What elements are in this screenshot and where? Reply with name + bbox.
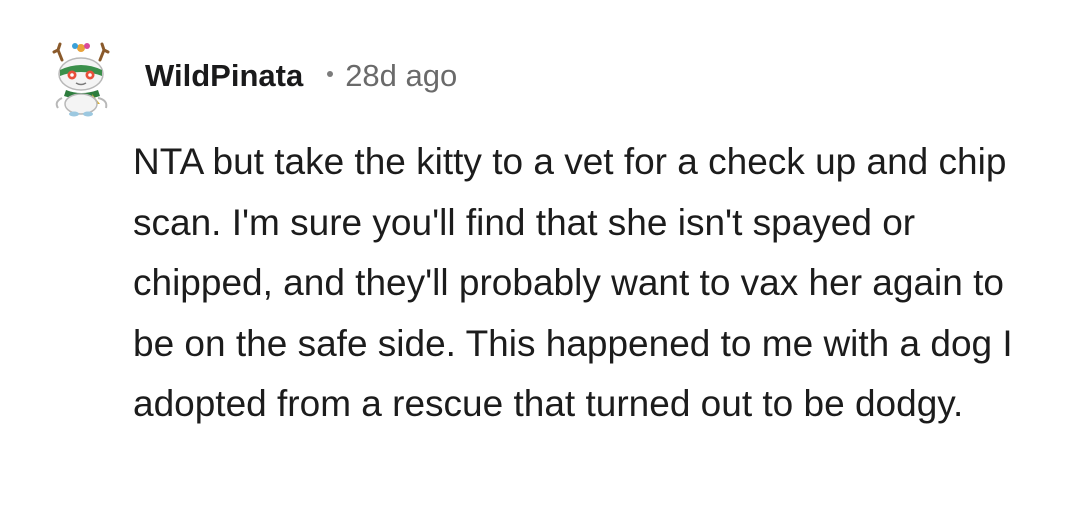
timestamp: 28d ago [345, 58, 458, 93]
snoo-avatar-icon [52, 42, 110, 117]
comment-header: WildPinata 28d ago [145, 54, 457, 98]
comment-body: NTA but take the kitty to a vet for a ch… [133, 141, 1013, 424]
separator-dot [327, 71, 334, 77]
comment: WildPinata 28d ago NTA but take the kitt… [0, 0, 1080, 524]
avatar[interactable] [48, 38, 124, 118]
username-link[interactable]: WildPinata [145, 58, 303, 94]
